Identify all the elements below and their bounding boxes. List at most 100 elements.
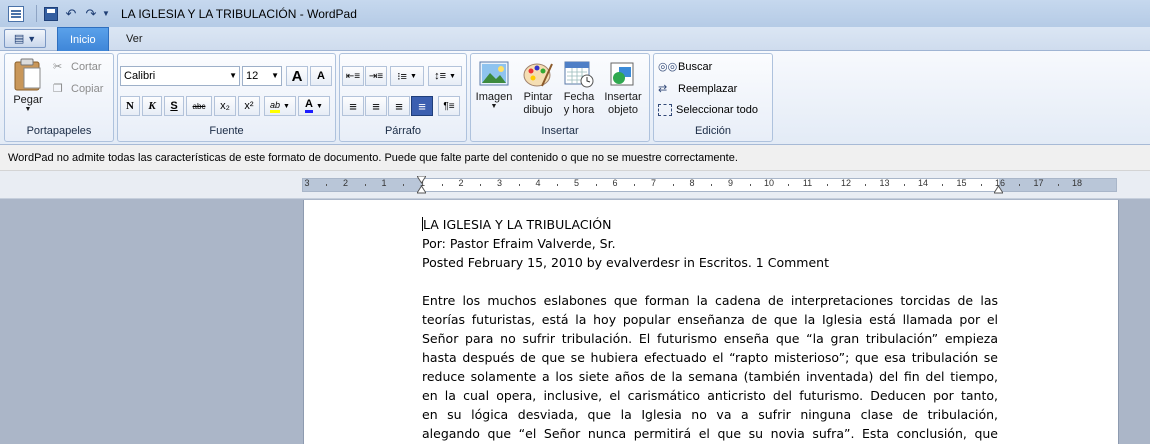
copy-button[interactable]: ❐ Copiar <box>53 82 104 96</box>
select-all-button[interactable]: Seleccionar todo <box>658 104 758 116</box>
replace-button[interactable]: ⇄ Reemplazar <box>658 82 737 96</box>
insert-object-label-1: Insertar <box>604 91 642 103</box>
cut-button[interactable]: ✂ Cortar <box>53 60 102 74</box>
ribbon: Pegar ▼ ✂ Cortar ❐ Copiar Portapapeles C… <box>0 51 1150 145</box>
strikethrough-icon: abc <box>192 101 206 111</box>
quick-access-separator <box>36 5 37 22</box>
customize-quick-access-button[interactable]: ▼ <box>101 4 111 24</box>
justify-button[interactable]: ≡ <box>411 96 433 116</box>
calendar-clock-icon <box>564 61 594 88</box>
document-paragraph: Entre los muchos eslabones que forman la… <box>422 291 998 443</box>
save-icon <box>44 6 58 21</box>
find-button[interactable]: ◎◎ Buscar <box>658 60 713 74</box>
insert-image-button[interactable]: Imagen ▼ <box>473 60 515 110</box>
align-right-button[interactable]: ≡ <box>388 96 410 116</box>
application-menu-button[interactable]: ▤ ▼ <box>4 29 46 48</box>
find-label: Buscar <box>678 60 713 73</box>
italic-button[interactable]: K <box>142 96 162 116</box>
document-text[interactable]: LA IGLESIA Y LA TRIBULACIÓN Por: Pastor … <box>422 215 998 443</box>
ruler-tick <box>749 184 751 186</box>
line-spacing-button[interactable]: ↕≡ ▼ <box>428 66 462 86</box>
strikethrough-button[interactable]: abc <box>186 96 212 116</box>
first-line-indent-marker[interactable] <box>417 176 426 184</box>
text-color-button[interactable]: A ▼ <box>298 96 330 116</box>
ruler-tick <box>711 184 713 186</box>
line-spacing-icon: ↕≡ <box>434 70 446 82</box>
ruler-tick <box>634 184 636 186</box>
underline-button[interactable]: S <box>164 96 184 116</box>
replace-icon: ⇄ <box>658 83 668 95</box>
ruler-number: 1 <box>381 178 387 188</box>
copy-label: Copiar <box>71 82 104 95</box>
window-title: LA IGLESIA Y LA TRIBULACIÓN - WordPad <box>121 6 357 21</box>
paragraph-line: en la cual opera, inclusive, el carismát… <box>422 388 998 403</box>
shrink-font-button[interactable]: A <box>310 66 332 86</box>
copy-icon: ❐ <box>53 83 63 95</box>
ruler-tick <box>903 184 905 186</box>
ruler-tick <box>942 184 944 186</box>
align-left-button[interactable]: ≡ <box>342 96 364 116</box>
paragraph-settings-button[interactable]: ¶≡ <box>438 96 460 116</box>
select-all-label: Seleccionar todo <box>676 104 758 116</box>
cut-label: Cortar <box>71 60 102 73</box>
scissors-icon: ✂ <box>53 61 63 73</box>
italic-icon: K <box>148 100 156 112</box>
group-insertar: Imagen ▼ Pintar dibujo Fecha y hora Inse… <box>470 53 650 142</box>
increase-indent-button[interactable]: ⇥≡ <box>365 66 387 86</box>
ribbon-tabs: ▤ ▼ Inicio Ver <box>0 27 1150 51</box>
insert-object-button[interactable]: Insertar objeto <box>601 60 645 117</box>
bold-button[interactable]: N <box>120 96 140 116</box>
dropdown-arrow-icon: ▼ <box>102 9 110 18</box>
tab-inicio[interactable]: Inicio <box>57 27 109 51</box>
bullet-list-button[interactable]: ⁝≡ ▼ <box>390 66 424 86</box>
binoculars-icon: ◎◎ <box>658 61 678 73</box>
chevron-down-icon: ▼ <box>316 102 323 110</box>
paragraph-line: Señor para no sufrir tribulación. El fut… <box>422 331 998 346</box>
ruler-tick <box>1057 184 1059 186</box>
ruler-tick <box>1019 184 1021 186</box>
ruler-number: 2 <box>342 178 349 188</box>
tab-ver[interactable]: Ver <box>114 27 155 51</box>
menu-icon: ▤ <box>13 33 25 45</box>
date-time-button[interactable]: Fecha y hora <box>559 60 599 117</box>
superscript-button[interactable]: x² <box>238 96 260 116</box>
select-all-icon <box>658 104 672 116</box>
hanging-indent-marker[interactable] <box>417 186 426 194</box>
right-indent-marker[interactable] <box>994 186 1003 194</box>
ruler-tick <box>826 184 828 186</box>
underline-icon: S <box>170 100 178 112</box>
wordpad-app-icon[interactable] <box>8 5 24 22</box>
paste-button[interactable]: Pegar ▼ <box>9 58 47 118</box>
paint-drawing-button[interactable]: Pintar dibujo <box>517 60 559 117</box>
paint-palette-icon <box>523 63 553 87</box>
text-color-icon: A <box>305 99 313 113</box>
undo-button[interactable]: ↶ <box>61 4 81 24</box>
ruler-number: 5 <box>573 178 580 188</box>
ruler-number: 18 <box>1071 178 1083 188</box>
ruler-number: 9 <box>727 178 734 188</box>
grow-font-button[interactable]: A <box>286 66 308 86</box>
paragraph-line: alegando que “el Señor nunca permitirá e… <box>422 426 998 441</box>
ruler-tick <box>441 184 443 186</box>
group-fuente: Calibri ▼ 12 ▼ A A N K S abc x₂ x² ab ▼ … <box>117 53 336 142</box>
date-time-label-1: Fecha <box>563 91 595 103</box>
chevron-down-icon: ▼ <box>448 72 456 80</box>
paragraph-line: teorías futuristas, está la hoy popular … <box>422 312 998 327</box>
font-size-select[interactable]: 12 ▼ <box>242 66 282 86</box>
ruler-number: 8 <box>689 178 695 188</box>
highlight-button[interactable]: ab ▼ <box>264 96 296 116</box>
font-family-select[interactable]: Calibri ▼ <box>120 66 240 86</box>
ruler-tick <box>557 184 559 186</box>
save-button[interactable] <box>41 4 61 24</box>
title-bar: ↶ ↷ ▼ LA IGLESIA Y LA TRIBULACIÓN - Word… <box>0 0 1150 27</box>
ruler-number: 12 <box>840 178 852 188</box>
subscript-button[interactable]: x₂ <box>214 96 236 116</box>
ruler-number: 2 <box>458 178 464 188</box>
paragraph-line: hasta después de que se hubiera efectuad… <box>422 350 998 365</box>
redo-button[interactable]: ↷ <box>81 4 101 24</box>
paragraph-line: en su lógica desviada, que la Iglesia no… <box>422 407 998 422</box>
align-center-button[interactable]: ≡ <box>365 96 387 116</box>
decrease-indent-button[interactable]: ⇤≡ <box>342 66 364 86</box>
superscript-icon: x² <box>244 100 254 112</box>
paste-label: Pegar <box>13 94 43 106</box>
